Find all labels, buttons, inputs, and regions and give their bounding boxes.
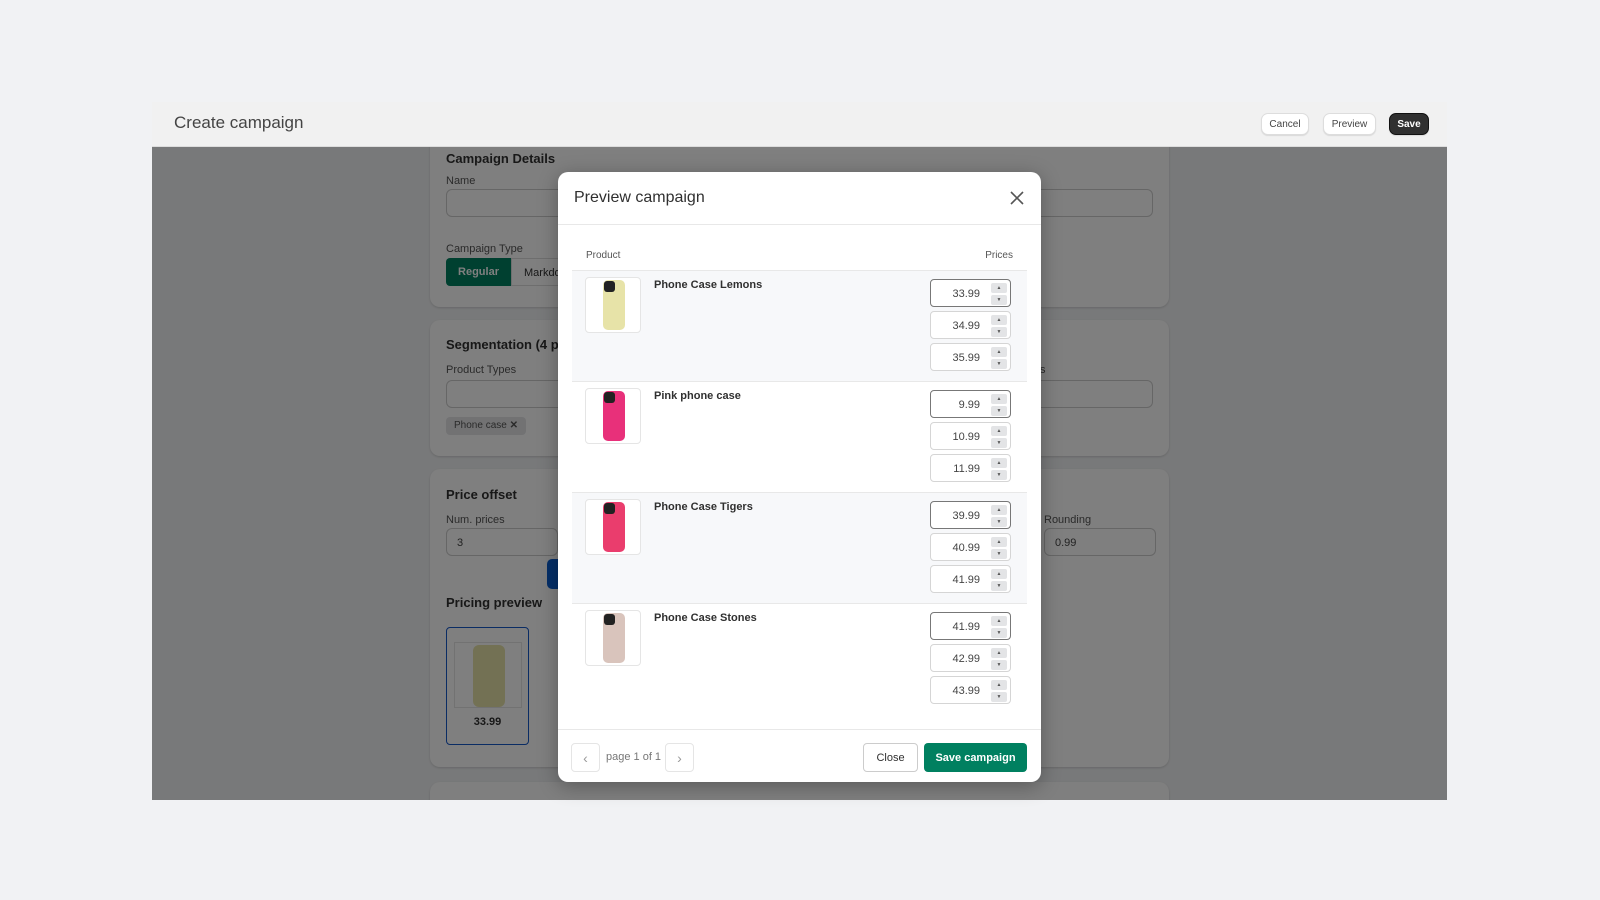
decrement-button[interactable]: ▼ bbox=[991, 327, 1007, 337]
save-button[interactable]: Save bbox=[1389, 113, 1429, 135]
price-value: 41.99 bbox=[952, 621, 980, 633]
increment-button[interactable]: ▲ bbox=[991, 505, 1007, 515]
decrement-button[interactable]: ▼ bbox=[991, 581, 1007, 591]
save-campaign-button[interactable]: Save campaign bbox=[924, 743, 1027, 772]
price-value: 43.99 bbox=[952, 685, 980, 697]
increment-button[interactable]: ▲ bbox=[991, 537, 1007, 547]
decrement-button[interactable]: ▼ bbox=[991, 438, 1007, 448]
price-input[interactable]: 39.99 ▲ ▼ bbox=[930, 501, 1011, 529]
increment-button[interactable]: ▲ bbox=[991, 315, 1007, 325]
cancel-button[interactable]: Cancel bbox=[1261, 113, 1309, 135]
page-title: Create campaign bbox=[174, 113, 304, 132]
price-input[interactable]: 11.99 ▲ ▼ bbox=[930, 454, 1011, 482]
prev-page-button[interactable]: ‹ bbox=[571, 743, 600, 772]
product-row: Phone Case Stones 41.99 ▲ ▼ 42.99 ▲ ▼ 43… bbox=[572, 603, 1027, 714]
decrement-button[interactable]: ▼ bbox=[991, 628, 1007, 638]
price-value: 42.99 bbox=[952, 653, 980, 665]
decrement-button[interactable]: ▼ bbox=[991, 660, 1007, 670]
increment-button[interactable]: ▲ bbox=[991, 394, 1007, 404]
decrement-button[interactable]: ▼ bbox=[991, 295, 1007, 305]
price-input[interactable]: 40.99 ▲ ▼ bbox=[930, 533, 1011, 561]
increment-button[interactable]: ▲ bbox=[991, 426, 1007, 436]
product-image bbox=[585, 388, 641, 444]
pagination-label: page 1 of 1 bbox=[606, 751, 662, 763]
decrement-button[interactable]: ▼ bbox=[991, 692, 1007, 702]
preview-campaign-modal: Preview campaign Product Prices Phone Ca… bbox=[558, 172, 1041, 782]
price-input[interactable]: 9.99 ▲ ▼ bbox=[930, 390, 1011, 418]
price-value: 33.99 bbox=[952, 288, 980, 300]
decrement-button[interactable]: ▼ bbox=[991, 517, 1007, 527]
close-button[interactable]: Close bbox=[863, 743, 918, 772]
preview-button[interactable]: Preview bbox=[1323, 113, 1376, 135]
product-row: Phone Case Tigers 39.99 ▲ ▼ 40.99 ▲ ▼ 41… bbox=[572, 492, 1027, 603]
product-name: Phone Case Lemons bbox=[654, 279, 763, 291]
column-header-prices: Prices bbox=[985, 250, 1013, 261]
price-value: 39.99 bbox=[952, 510, 980, 522]
increment-button[interactable]: ▲ bbox=[991, 283, 1007, 293]
increment-button[interactable]: ▲ bbox=[991, 569, 1007, 579]
price-value: 40.99 bbox=[952, 542, 980, 554]
decrement-button[interactable]: ▼ bbox=[991, 406, 1007, 416]
product-image bbox=[585, 610, 641, 666]
modal-title: Preview campaign bbox=[574, 189, 705, 206]
price-input[interactable]: 33.99 ▲ ▼ bbox=[930, 279, 1011, 307]
product-name: Pink phone case bbox=[654, 390, 741, 402]
chevron-right-icon: › bbox=[677, 749, 682, 766]
increment-button[interactable]: ▲ bbox=[991, 458, 1007, 468]
price-value: 10.99 bbox=[952, 431, 980, 443]
price-input[interactable]: 41.99 ▲ ▼ bbox=[930, 565, 1011, 593]
increment-button[interactable]: ▲ bbox=[991, 648, 1007, 658]
price-value: 11.99 bbox=[953, 463, 980, 475]
price-input[interactable]: 43.99 ▲ ▼ bbox=[930, 676, 1011, 704]
price-value: 35.99 bbox=[952, 352, 980, 364]
product-image bbox=[585, 277, 641, 333]
product-row: Phone Case Lemons 33.99 ▲ ▼ 34.99 ▲ ▼ 35… bbox=[572, 270, 1027, 381]
price-value: 34.99 bbox=[952, 320, 980, 332]
product-image bbox=[585, 499, 641, 555]
chevron-left-icon: ‹ bbox=[583, 749, 588, 766]
price-input[interactable]: 41.99 ▲ ▼ bbox=[930, 612, 1011, 640]
product-name: Phone Case Stones bbox=[654, 612, 757, 624]
increment-button[interactable]: ▲ bbox=[991, 616, 1007, 626]
price-input[interactable]: 10.99 ▲ ▼ bbox=[930, 422, 1011, 450]
price-input[interactable]: 42.99 ▲ ▼ bbox=[930, 644, 1011, 672]
price-input[interactable]: 35.99 ▲ ▼ bbox=[930, 343, 1011, 371]
next-page-button[interactable]: › bbox=[665, 743, 694, 772]
top-bar: Create campaign Cancel Preview Save bbox=[152, 102, 1447, 147]
increment-button[interactable]: ▲ bbox=[991, 680, 1007, 690]
decrement-button[interactable]: ▼ bbox=[991, 549, 1007, 559]
modal-footer: ‹ page 1 of 1 › Close Save campaign bbox=[558, 729, 1041, 782]
product-name: Phone Case Tigers bbox=[654, 501, 753, 513]
increment-button[interactable]: ▲ bbox=[991, 347, 1007, 357]
price-input[interactable]: 34.99 ▲ ▼ bbox=[930, 311, 1011, 339]
price-value: 41.99 bbox=[952, 574, 980, 586]
decrement-button[interactable]: ▼ bbox=[991, 470, 1007, 480]
close-icon[interactable] bbox=[1007, 188, 1027, 208]
price-value: 9.99 bbox=[958, 399, 980, 411]
product-row: Pink phone case 9.99 ▲ ▼ 10.99 ▲ ▼ 11.99… bbox=[572, 381, 1027, 492]
column-header-product: Product bbox=[586, 250, 621, 261]
decrement-button[interactable]: ▼ bbox=[991, 359, 1007, 369]
